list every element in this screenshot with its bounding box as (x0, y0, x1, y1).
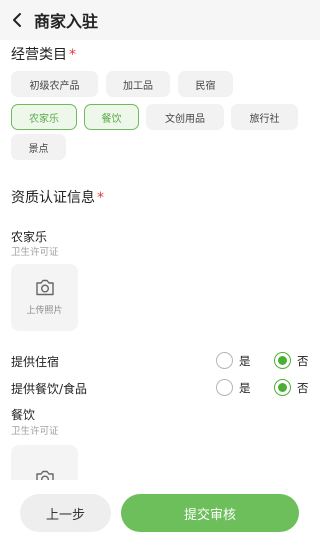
upload-label: 上传照片 (26, 306, 63, 316)
farm-upload-button[interactable]: 上传照片 (11, 264, 78, 331)
radio-circle-checked (274, 379, 291, 396)
radio-circle-checked (274, 352, 291, 369)
required-mark: * (97, 190, 104, 206)
radio-circle (216, 352, 233, 369)
tag-travel-agency[interactable]: 旅行社 (231, 104, 298, 130)
catering-license-hint: 卫生许可证 (11, 426, 59, 437)
tag-farm-stay[interactable]: 农家乐 (11, 104, 77, 130)
radio-circle (216, 379, 233, 396)
lodging-no-radio[interactable]: 否 (274, 352, 309, 369)
catering-upload-button[interactable] (11, 445, 78, 480)
tag-catering[interactable]: 餐饮 (84, 104, 139, 130)
tag-homestay[interactable]: 民宿 (178, 71, 233, 97)
back-button[interactable] (2, 0, 32, 40)
previous-step-button[interactable]: 上一步 (20, 494, 111, 532)
page-title: 商家入驻 (34, 12, 99, 31)
top-bar: 商家入驻 (0, 0, 320, 40)
camera-icon (35, 470, 54, 480)
required-mark: * (69, 47, 76, 63)
submit-review-button[interactable]: 提交审核 (121, 494, 299, 532)
category-section-title: 经营类目 * (11, 44, 76, 64)
tag-primary-produce[interactable]: 初级农产品 (11, 71, 98, 97)
radio-yes-label: 是 (239, 353, 251, 368)
farm-license-hint: 卫生许可证 (11, 247, 59, 258)
tag-scenic-spot[interactable]: 景点 (11, 134, 66, 160)
catering-no-radio[interactable]: 否 (274, 379, 309, 396)
tag-cultural-goods[interactable]: 文创用品 (146, 104, 224, 130)
form-content[interactable]: 经营类目 * 初级农产品 加工品 民宿 农家乐 餐饮 文创用品 旅行社 景点 资质… (0, 40, 320, 480)
radio-no-label: 否 (297, 380, 309, 395)
lodging-question: 提供住宿 (11, 355, 60, 369)
tag-processed-goods[interactable]: 加工品 (106, 71, 170, 97)
bottom-action-bar: 上一步 提交审核 (0, 480, 320, 548)
radio-yes-label: 是 (239, 380, 251, 395)
catering-title: 餐饮 (11, 408, 36, 422)
qualification-section-title: 资质认证信息 * (11, 187, 104, 207)
camera-icon (35, 279, 54, 296)
chevron-left-icon (13, 13, 21, 27)
qualification-title-text: 资质认证信息 (11, 190, 95, 206)
category-title-text: 经营类目 (11, 47, 67, 63)
catering-yes-radio[interactable]: 是 (216, 379, 251, 396)
catering-question: 提供餐饮/食品 (11, 382, 88, 396)
lodging-yes-radio[interactable]: 是 (216, 352, 251, 369)
radio-no-label: 否 (297, 353, 309, 368)
farm-stay-title: 农家乐 (11, 230, 48, 244)
